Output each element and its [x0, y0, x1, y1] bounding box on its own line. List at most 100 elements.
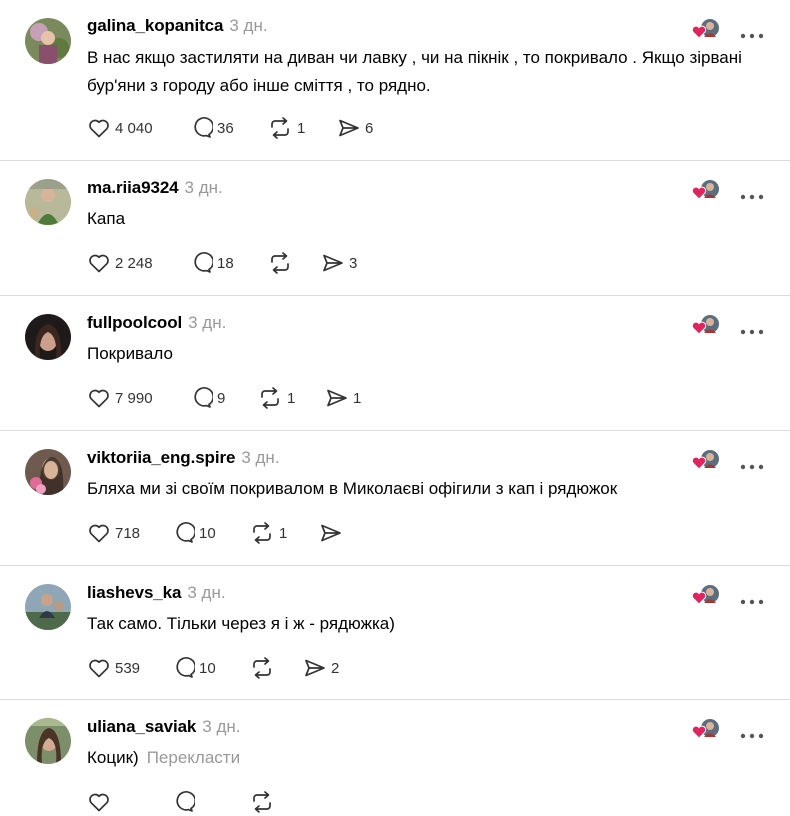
avatar[interactable]: [25, 314, 71, 360]
avatar[interactable]: [25, 718, 71, 764]
like-button[interactable]: 7 990: [87, 384, 153, 412]
repost-icon: [261, 387, 279, 409]
repost-count: 1: [297, 119, 306, 137]
repost-icon: [271, 117, 289, 139]
comment-header: viktoriia_eng.spire 3 дн.: [87, 448, 280, 472]
reply-button[interactable]: 18: [189, 249, 234, 277]
like-button[interactable]: [87, 788, 115, 816]
translate-link[interactable]: Перекласти: [147, 748, 240, 767]
more-icon[interactable]: [740, 457, 764, 470]
comment-icon: [176, 522, 195, 543]
like-button[interactable]: 539: [87, 654, 140, 682]
repost-count: 1: [279, 524, 288, 542]
reply-button[interactable]: 10: [171, 654, 216, 682]
timestamp[interactable]: 3 дн.: [185, 178, 223, 197]
username[interactable]: fullpoolcool: [87, 313, 182, 332]
comment-post: galina_kopanitca 3 дн. В нас якщо застиля…: [0, 0, 790, 160]
share-button[interactable]: 1: [325, 384, 361, 412]
reply-count: 10: [199, 659, 216, 677]
username[interactable]: viktoriia_eng.spire: [87, 448, 235, 467]
comment-post: viktoriia_eng.spire 3 дн. Бляха ми зі сво…: [0, 431, 790, 565]
liked-by-avatar-icon: [690, 584, 720, 606]
comment-post: liashevs_ka 3 дн. Так само. Тільки через …: [0, 566, 790, 699]
repost-icon: [253, 791, 271, 813]
repost-button[interactable]: [249, 654, 279, 682]
heart-icon: [89, 119, 109, 138]
share-button[interactable]: 3: [321, 249, 357, 277]
reply-button[interactable]: 10: [171, 519, 216, 547]
like-button[interactable]: 4 040: [87, 114, 153, 142]
reply-button[interactable]: 9: [189, 384, 225, 412]
share-button[interactable]: 2: [303, 654, 339, 682]
avatar[interactable]: [25, 18, 71, 64]
share-button[interactable]: 6: [337, 114, 373, 142]
comment-icon: [194, 387, 213, 408]
username[interactable]: ma.riia9324: [87, 178, 179, 197]
share-count: 3: [349, 254, 358, 272]
avatar[interactable]: [25, 584, 71, 630]
reply-button[interactable]: [171, 788, 199, 816]
repost-button[interactable]: [267, 249, 297, 277]
repost-button[interactable]: [249, 788, 279, 816]
share-icon: [305, 659, 325, 677]
more-icon[interactable]: [740, 592, 764, 605]
like-button[interactable]: 718: [87, 519, 140, 547]
heart-icon: [89, 389, 109, 408]
timestamp[interactable]: 3 дн.: [241, 448, 279, 467]
repost-icon: [253, 522, 271, 544]
heart-icon: [89, 793, 109, 812]
comment-text: Коцик): [87, 748, 139, 767]
share-icon: [339, 119, 359, 137]
share-button[interactable]: [319, 519, 347, 547]
like-count: 2 248: [115, 254, 153, 272]
username[interactable]: liashevs_ka: [87, 583, 181, 602]
share-icon: [327, 389, 347, 407]
timestamp[interactable]: 3 дн.: [187, 583, 225, 602]
timestamp[interactable]: 3 дн.: [202, 717, 240, 736]
like-count: 718: [115, 524, 141, 542]
reply-count: 36: [217, 119, 234, 137]
comment-text: Так само. Тільки через я і ж - рядюжка): [87, 614, 395, 633]
avatar[interactable]: [25, 179, 71, 225]
repost-button[interactable]: 1: [257, 384, 295, 412]
liked-by-avatar-icon: [690, 718, 720, 740]
share-icon: [323, 254, 343, 272]
like-button[interactable]: 2 248: [87, 249, 153, 277]
comments-feed: galina_kopanitca 3 дн. В нас якщо застиля…: [0, 0, 790, 813]
share-icon: [321, 524, 341, 542]
share-count: 2: [331, 659, 340, 677]
liked-by-avatar-icon: [690, 314, 720, 336]
like-count: 539: [115, 659, 141, 677]
avatar[interactable]: [25, 449, 71, 495]
like-count: 7 990: [115, 389, 153, 407]
more-icon[interactable]: [740, 187, 764, 200]
repost-count: 1: [287, 389, 296, 407]
timestamp[interactable]: 3 дн.: [229, 16, 267, 35]
like-count: 4 040: [115, 119, 153, 137]
repost-button[interactable]: 1: [267, 114, 305, 142]
heart-icon: [89, 254, 109, 273]
comment-text: Бляха ми зі своїм покривалом в Миколаєві…: [87, 479, 618, 498]
liked-by-avatar-icon: [690, 449, 720, 471]
comment-icon: [194, 252, 213, 273]
liked-by-avatar-icon: [690, 18, 720, 40]
comment-header: ma.riia9324 3 дн.: [87, 178, 223, 202]
comment-icon: [194, 117, 213, 138]
comment-post: fullpoolcool 3 дн. Покривало 7 990 9 1 1: [0, 296, 790, 430]
repost-button[interactable]: 1: [249, 519, 287, 547]
reply-button[interactable]: 36: [189, 114, 234, 142]
username[interactable]: uliana_saviak: [87, 717, 196, 736]
username[interactable]: galina_kopanitca: [87, 16, 223, 35]
comment-text: Капа: [87, 209, 126, 228]
comment-icon: [176, 791, 195, 812]
comment-post: ma.riia9324 3 дн. Капа 2 248 18 3: [0, 161, 790, 295]
more-icon[interactable]: [740, 26, 764, 39]
share-count: 1: [353, 389, 362, 407]
more-icon[interactable]: [740, 322, 764, 335]
comment-text: В нас якщо застиляти на диван чи лавку ,…: [87, 48, 742, 95]
reply-count: 18: [217, 254, 234, 272]
comment-post: uliana_saviak 3 дн. Коцик) Перекласти: [0, 700, 790, 813]
timestamp[interactable]: 3 дн.: [188, 313, 226, 332]
more-icon[interactable]: [740, 726, 764, 739]
comment-icon: [176, 657, 195, 678]
